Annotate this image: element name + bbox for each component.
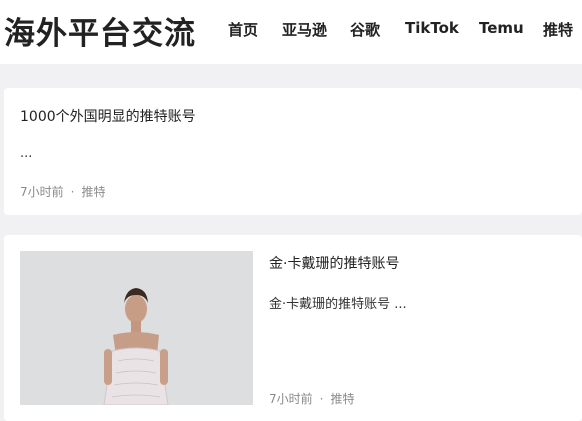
- nav-google[interactable]: 谷歌: [350, 19, 380, 40]
- post-time: 7小时前: [20, 185, 64, 199]
- post-excerpt: ...: [20, 146, 33, 161]
- nav-amazon[interactable]: 亚马逊: [282, 19, 327, 40]
- nav-home[interactable]: 首页: [228, 19, 258, 40]
- nav-tiktok[interactable]: TikTok: [405, 19, 459, 37]
- post-category[interactable]: 推特: [81, 185, 105, 199]
- main-nav: 首页 亚马逊 谷歌 TikTok Temu 推特: [0, 0, 582, 64]
- post-title[interactable]: 金·卡戴珊的推特账号: [269, 253, 399, 273]
- post-meta: 7小时前 · 推特: [20, 183, 105, 200]
- nav-twitter[interactable]: 推特: [543, 19, 573, 40]
- post-time: 7小时前: [269, 392, 313, 406]
- meta-separator: ·: [319, 392, 324, 406]
- post-title[interactable]: 1000个外国明显的推特账号: [20, 106, 196, 126]
- post-category[interactable]: 推特: [330, 392, 354, 406]
- post-meta: 7小时前 · 推特: [269, 390, 354, 407]
- post-thumbnail[interactable]: [20, 251, 253, 405]
- meta-separator: ·: [70, 185, 75, 199]
- nav-temu[interactable]: Temu: [479, 19, 524, 37]
- person-photo-icon: [20, 251, 253, 405]
- site-header: 海外平台交流 首页 亚马逊 谷歌 TikTok Temu 推特: [0, 0, 582, 64]
- post-excerpt: 金·卡戴珊的推特账号 ...: [269, 297, 407, 312]
- post-card: 1000个外国明显的推特账号 ... 7小时前 · 推特: [4, 88, 582, 215]
- post-card: 金·卡戴珊的推特账号 金·卡戴珊的推特账号 ... 7小时前 · 推特: [4, 235, 582, 421]
